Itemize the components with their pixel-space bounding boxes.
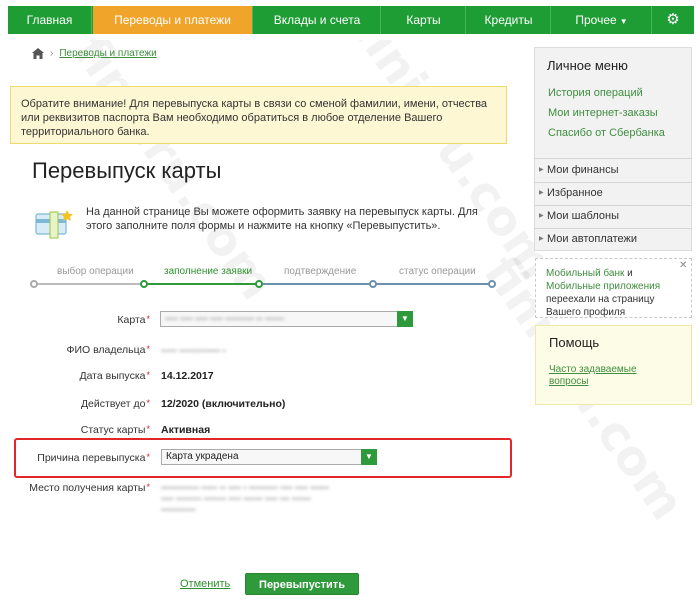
card-select[interactable]: •••• •••• •••• •••• ••••••••• •• •••••• … xyxy=(160,311,413,327)
valid-until-label: Действует до* xyxy=(80,398,150,410)
page-title: Перевыпуск карты xyxy=(32,158,222,183)
triangle-right-icon: ▶ xyxy=(539,167,544,173)
progress-steps: выбор операции заполнение заявки подтвер… xyxy=(30,266,496,296)
sidebar-link-orders[interactable]: Мои интернет-заказы xyxy=(548,107,658,119)
owner-label: ФИО владельца* xyxy=(66,344,150,356)
step-dot xyxy=(30,280,38,288)
mobile-rest-text: переехали на страницу Вашего профиля xyxy=(546,294,655,318)
card-select-value: •••• •••• •••• •••• ••••••••• •• •••••• xyxy=(165,314,284,324)
breadcrumb: › Переводы и платежи xyxy=(32,46,157,60)
sidebar-section-templates[interactable]: ▶ Мои шаблоны xyxy=(534,205,692,228)
nav-item-credits[interactable]: Кредиты xyxy=(467,6,551,34)
sidebar-section-favorites[interactable]: ▶ Избранное xyxy=(534,182,692,205)
pickup-place-line: ••••••••••• xyxy=(161,505,196,515)
home-icon[interactable] xyxy=(32,47,44,59)
personal-menu-title: Личное меню xyxy=(547,58,628,73)
reissue-button[interactable]: Перевыпустить xyxy=(245,573,359,595)
card-status-label: Статус карты* xyxy=(80,424,150,436)
sidebar-link-history[interactable]: История операций xyxy=(548,87,643,99)
step-choose-operation: выбор операции xyxy=(57,266,134,277)
step-line-done xyxy=(34,283,144,285)
pickup-place-line: •••••••••••• ••••• •• •••• • ••••••••• •… xyxy=(161,483,330,493)
reason-select-value: Карта украдена xyxy=(166,451,239,462)
intro-text: На данной странице Вы можете оформить за… xyxy=(86,206,478,232)
mobile-apps-link[interactable]: Мобильные приложения xyxy=(546,281,660,292)
nav-item-deposits[interactable]: Вклады и счета xyxy=(254,6,381,34)
faq-link[interactable]: Часто задаваемые вопросы xyxy=(549,364,649,388)
sidebar-section-finances[interactable]: ▶ Мои финансы xyxy=(534,159,692,182)
nav-item-transfers[interactable]: Переводы и платежи xyxy=(93,6,253,34)
triangle-right-icon: ▶ xyxy=(539,236,544,242)
gear-icon[interactable]: ⚙ xyxy=(652,6,694,34)
step-fill-application: заполнение заявки xyxy=(164,266,253,277)
reason-select[interactable]: Карта украдена ▼ xyxy=(161,449,377,465)
owner-value: ••••• ••••••••••••• • xyxy=(161,346,226,356)
card-form-icon xyxy=(35,210,73,239)
sidebar-section-autopayments[interactable]: ▶ Мои автоплатежи xyxy=(534,228,692,251)
reason-label: Причина перевыпуска* xyxy=(37,452,150,464)
chevron-down-icon: ▼ xyxy=(397,311,413,327)
step-status: статус операции xyxy=(399,266,476,277)
pickup-place-label: Место получения карты* xyxy=(29,482,150,494)
mobile-and-text: и xyxy=(624,268,633,279)
triangle-right-icon: ▶ xyxy=(539,190,544,196)
nav-item-other[interactable]: Прочее ▼ xyxy=(552,6,652,34)
step-dot xyxy=(255,280,263,288)
nav-item-cards[interactable]: Карты xyxy=(382,6,466,34)
triangle-right-icon: ▶ xyxy=(539,213,544,219)
breadcrumb-link-transfers[interactable]: Переводы и платежи xyxy=(59,48,156,59)
step-dot xyxy=(369,280,377,288)
mobile-bank-link[interactable]: Мобильный банк xyxy=(546,268,624,279)
close-icon[interactable]: ✕ xyxy=(679,260,687,271)
pickup-place-line: •••• •••••••• ••••••• •••• •••••• •••• •… xyxy=(161,494,311,504)
step-dot xyxy=(140,280,148,288)
step-line-current xyxy=(144,283,259,285)
mobile-moved-notice: Мобильный банк и Мобильные приложения пе… xyxy=(535,258,692,318)
chevron-down-icon: ▼ xyxy=(361,449,377,465)
card-label: Карта* xyxy=(117,314,150,326)
top-navigation: Главная Переводы и платежи Вклады и счет… xyxy=(0,0,700,40)
notice-banner: Обратите внимание! Для перевыпуска карты… xyxy=(10,86,507,144)
chevron-right-icon: › xyxy=(50,47,54,59)
card-status-value: Активная xyxy=(161,424,211,436)
step-dot xyxy=(488,280,496,288)
nav-item-other-label: Прочее xyxy=(575,13,617,27)
watermark: fininru.com xyxy=(342,5,566,291)
issue-date-label: Дата выпуска* xyxy=(79,370,150,382)
cancel-button[interactable]: Отменить xyxy=(180,578,230,590)
sidebar-link-spasibo[interactable]: Спасибо от Сбербанка xyxy=(548,127,665,139)
step-confirmation: подтверждение xyxy=(284,266,357,277)
valid-until-value: 12/2020 (включительно) xyxy=(161,398,286,410)
nav-item-home[interactable]: Главная xyxy=(8,6,92,34)
chevron-down-icon: ▼ xyxy=(619,17,628,26)
help-title: Помощь xyxy=(549,335,600,350)
issue-date-value: 14.12.2017 xyxy=(161,370,214,382)
